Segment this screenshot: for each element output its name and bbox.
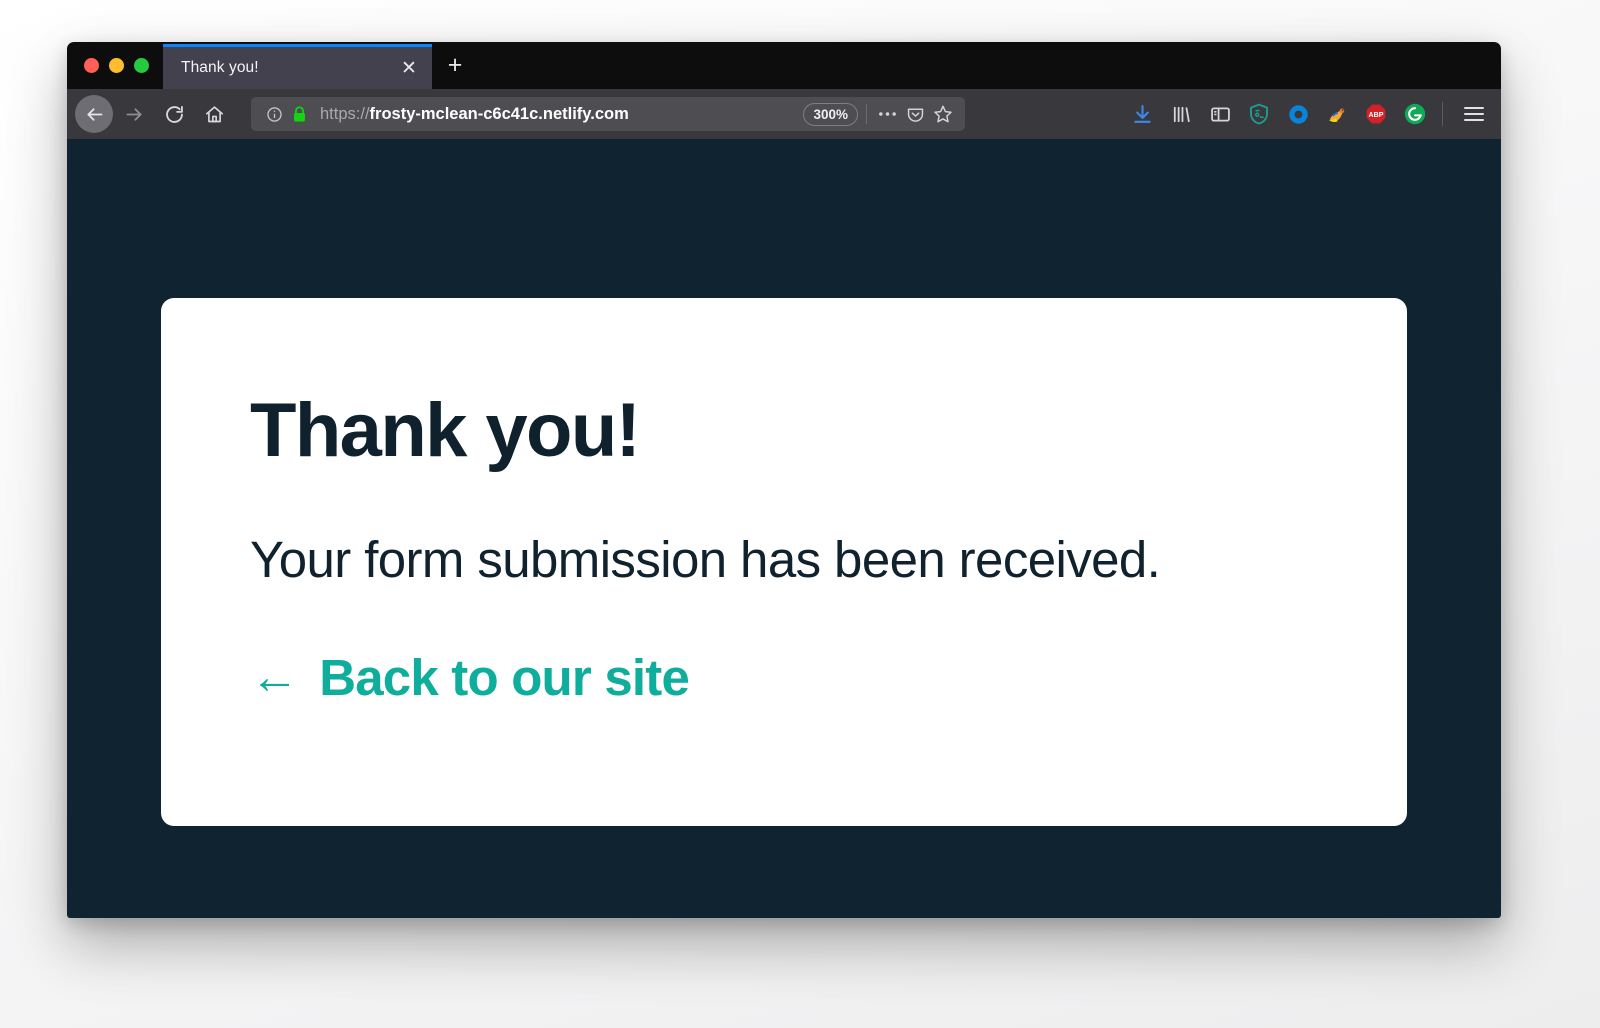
close-tab-icon[interactable]: ✕ [396,55,422,81]
window-controls [67,58,163,89]
forward-button[interactable] [115,95,153,133]
tab-title: Thank you! [181,59,259,76]
sidebar-toggle-icon[interactable] [1207,101,1233,127]
page-viewport: Thank you! Your form submission has been… [67,139,1501,918]
privacy-badger-icon[interactable] [1246,101,1272,127]
browser-window: Thank you! ✕ + https://frosty-mclean-c6c… [67,42,1501,918]
desktop-background: Thank you! ✕ + https://frosty-mclean-c6c… [0,0,1600,1028]
maximize-window-button[interactable] [134,58,149,73]
new-tab-button[interactable]: + [432,44,478,89]
address-bar[interactable]: https://frosty-mclean-c6c41c.netlify.com… [251,97,965,131]
url-host: frosty-mclean-c6c41c.netlify.com [369,104,629,123]
info-circle-icon[interactable] [263,103,285,125]
home-icon [204,104,225,125]
close-window-button[interactable] [84,58,99,73]
left-arrow-icon: ← [250,649,299,704]
back-arrow-icon [84,104,105,125]
navigation-toolbar: https://frosty-mclean-c6c41c.netlify.com… [67,89,1501,139]
hamburger-menu-icon[interactable] [1457,97,1491,131]
browser-tab-thank-you[interactable]: Thank you! ✕ [163,44,432,89]
minimize-window-button[interactable] [109,58,124,73]
honey-icon[interactable] [1324,101,1350,127]
reload-button[interactable] [155,95,193,133]
toolbar-divider [1442,102,1443,126]
library-icon[interactable] [1168,101,1194,127]
adblock-plus-icon[interactable]: ABP [1363,101,1389,127]
back-to-site-label: Back to our site [319,648,690,706]
zoom-level-badge[interactable]: 300% [803,102,858,126]
pocket-icon[interactable] [901,100,929,128]
back-button[interactable] [75,95,113,133]
back-to-site-link[interactable]: ← Back to our site [250,648,690,706]
office-icon[interactable] [1285,101,1311,127]
svg-text:ABP: ABP [1369,111,1384,119]
reload-icon [164,104,185,125]
url-divider [866,104,867,124]
home-button[interactable] [195,95,233,133]
url-text: https://frosty-mclean-c6c41c.netlify.com [320,105,803,124]
padlock-icon[interactable] [288,103,310,125]
page-title: Thank you! [250,388,641,473]
url-scheme: https:// [320,104,370,123]
confirmation-message: Your form submission has been received. [250,531,1161,588]
star-icon[interactable] [929,100,957,128]
thank-you-card: Thank you! Your form submission has been… [161,298,1407,826]
ellipsis-icon[interactable] [873,100,901,128]
grammarly-icon[interactable] [1402,101,1428,127]
forward-arrow-icon [124,104,145,125]
tab-strip: Thank you! ✕ + [67,42,1501,89]
downloads-icon[interactable] [1129,101,1155,127]
extension-icons: ABP [1129,101,1430,127]
